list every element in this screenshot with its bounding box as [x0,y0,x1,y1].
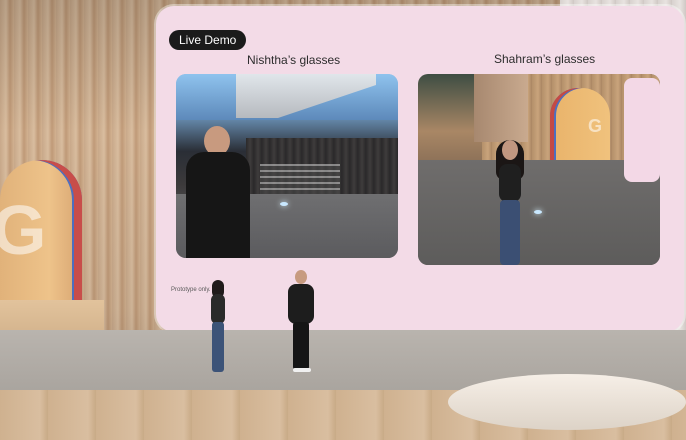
floor-light [280,202,288,206]
pillar [474,74,528,142]
conference-stage-scene: G Live Demo Nishtha’s glasses Shahram’s … [0,0,686,440]
presenter-man-shoes [293,368,311,372]
presenter-man-pants [293,322,309,370]
left-video-frame [176,74,398,258]
presenter-man [282,270,318,374]
woman-head [502,140,518,160]
presenter-man-jacket [288,284,314,324]
google-g-letter-small: G [588,116,603,136]
man-body [186,152,250,258]
stage-platform-disk [448,374,686,430]
woman-in-video [492,140,528,265]
presenter-woman [206,280,230,372]
woman-jeans [500,200,520,265]
presenter-woman-jeans [212,322,224,372]
presenter-man-head [295,270,307,284]
man-in-video [186,126,250,258]
woman-top [499,164,521,202]
screen-edge [624,78,660,182]
presenter-woman-top [211,294,225,324]
floor-light [534,210,542,214]
google-g-letter: G [0,191,47,269]
right-video-frame: G [418,74,660,265]
live-demo-badge: Live Demo [169,30,247,50]
right-video-caption: Shahram’s glasses [494,52,596,66]
left-video-caption: Nishtha’s glasses [247,53,341,67]
prototype-footnote: Prototype only. [171,287,211,293]
